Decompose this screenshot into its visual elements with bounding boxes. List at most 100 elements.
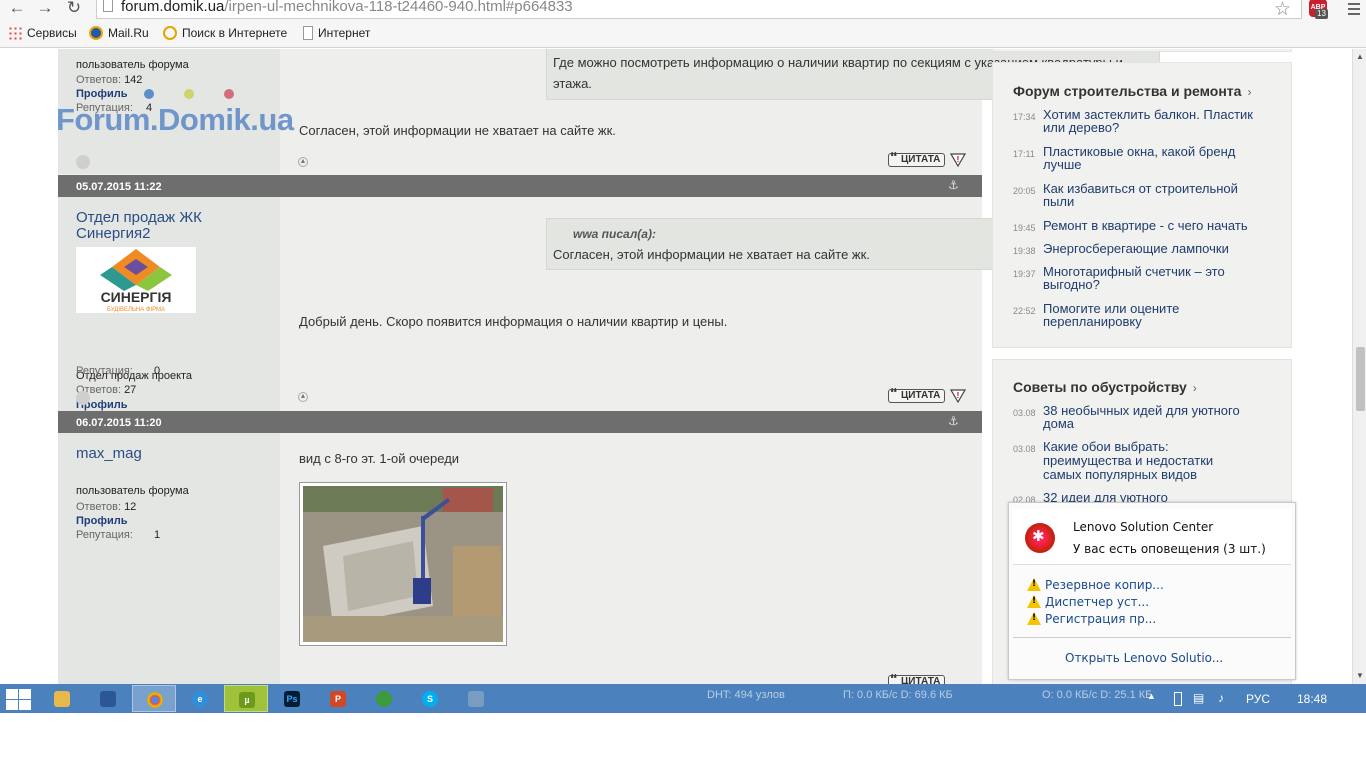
answers-label: Ответов: xyxy=(76,74,121,86)
search-icon xyxy=(163,26,177,40)
tip-title[interactable]: самых популярных видов xyxy=(1043,468,1263,481)
author-name[interactable]: max_mag xyxy=(76,446,142,462)
topic-title[interactable]: Как избавиться от строительной xyxy=(1043,182,1263,195)
app-icon xyxy=(100,691,116,707)
bookmark-services[interactable]: Сервисы xyxy=(8,26,77,40)
site-logo[interactable]: Forum.Domik.ua xyxy=(56,102,294,138)
post-photo[interactable] xyxy=(299,482,507,646)
taskbar-powerpoint[interactable]: P xyxy=(316,685,360,712)
lenovo-popup-header: Lenovo Solution Center У вас есть оповещ… xyxy=(1013,509,1291,565)
taskbar-explorer[interactable] xyxy=(40,685,84,712)
author-name[interactable]: Синергия2 xyxy=(76,226,151,242)
lenovo-alert-backup[interactable]: Резервное копир... xyxy=(1027,578,1164,592)
url-input[interactable]: forum.domik.ua/irpen-ul-mechnikova-118-t… xyxy=(96,0,1302,19)
skype-icon: S xyxy=(422,691,438,707)
topic-title[interactable]: Ремонт в квартире - с чего начать xyxy=(1043,219,1263,232)
taskbar-photoshop[interactable]: Ps xyxy=(270,685,314,712)
lenovo-open-link[interactable]: Открыть Lenovo Solutio... xyxy=(1065,651,1223,665)
topic-title[interactable]: пыли xyxy=(1043,195,1263,208)
profile-link[interactable]: Профиль xyxy=(76,515,127,527)
reload-icon[interactable]: ↻ xyxy=(65,0,83,18)
topic-title[interactable]: выгодно? xyxy=(1043,278,1263,291)
bookmark-search[interactable]: Поиск в Интернете xyxy=(163,26,287,40)
scrollbar[interactable]: ▲ ▼ xyxy=(1352,49,1366,684)
quote-button[interactable]: ЦИТАТА xyxy=(888,674,946,684)
tip-title[interactable]: Какие обои выбрать: xyxy=(1043,440,1263,453)
scroll-up-icon[interactable]: ▲ xyxy=(298,157,308,167)
tip-title[interactable]: 38 необычных идей для уютного xyxy=(1043,404,1263,417)
author-name[interactable]: Отдел продаж ЖК xyxy=(76,210,202,226)
topic-title[interactable]: перепланировку xyxy=(1043,315,1263,328)
bookmark-label: Интернет xyxy=(318,26,371,40)
author-role: пользователь форума xyxy=(76,59,189,71)
tip-title[interactable]: дома xyxy=(1043,417,1263,430)
bookmark-internet[interactable]: Интернет xyxy=(303,26,370,40)
tip-title[interactable]: преимущества и недостатки xyxy=(1043,454,1263,467)
report-icon[interactable]: ! xyxy=(950,153,966,167)
post-author-panel: max_mag пользователь форума Ответов: 12 … xyxy=(58,433,280,684)
lenovo-alert-devices[interactable]: Диспетчер уст... xyxy=(1027,595,1149,609)
sidebar-forum-title[interactable]: Форум строительства и ремонта › xyxy=(1013,83,1251,99)
topic-time: 19:38 xyxy=(1013,246,1036,256)
post-header: 06.07.2015 11:20 ⚓ xyxy=(58,411,982,433)
scroll-up-arrow-icon[interactable]: ▲ xyxy=(1356,52,1364,61)
torrent-icon: µ xyxy=(239,692,255,708)
back-icon[interactable]: ← xyxy=(8,0,26,18)
anchor-icon[interactable]: ⚓ xyxy=(948,178,962,192)
scroll-down-arrow-icon[interactable]: ▼ xyxy=(1356,671,1364,680)
reputation-value: 1 xyxy=(153,529,161,541)
adblock-icon[interactable]: ABP 13 xyxy=(1307,0,1331,21)
scroll-thumb[interactable] xyxy=(1356,347,1365,411)
url-path: /irpen-ul-mechnikova-118-t24460-940.html… xyxy=(224,0,573,15)
tray-expand-icon[interactable]: ▲ xyxy=(1147,691,1156,701)
apps-icon xyxy=(8,26,22,40)
quote-button[interactable]: ЦИТАТА xyxy=(888,388,946,403)
lenovo-alert-label: Диспетчер уст... xyxy=(1045,595,1150,609)
taskbar-torrent[interactable]: µ xyxy=(224,685,268,712)
scroll-up-icon[interactable]: ▲ xyxy=(298,392,308,402)
taskbar-skype[interactable]: S xyxy=(408,685,452,712)
warning-icon xyxy=(1027,612,1041,625)
sidebar-title-text: Советы по обустройству xyxy=(1013,379,1187,395)
profile-link[interactable]: Профиль xyxy=(76,88,127,100)
post-body: Где можно посмотреть информацию о наличи… xyxy=(280,49,1160,174)
topic-title[interactable]: Энергосберегающие лампочки xyxy=(1043,242,1263,255)
folder-icon xyxy=(54,691,70,707)
post-text: Добрый день. Скоро появится информация о… xyxy=(299,314,728,329)
language-indicator[interactable]: РУС xyxy=(1246,692,1270,706)
taskbar-app-green[interactable] xyxy=(362,685,406,712)
tip-date: 03.08 xyxy=(1013,444,1036,454)
bookmark-star-icon[interactable]: ☆ xyxy=(1274,0,1291,21)
sidebar-tips-title[interactable]: Советы по обустройству › xyxy=(1013,379,1197,395)
taskbar-ie[interactable]: e xyxy=(178,685,222,712)
divider xyxy=(1013,637,1291,638)
sidebar-forum-box: Форум строительства и ремонта › 17:34 Хот… xyxy=(992,62,1292,348)
screen-margin xyxy=(0,713,1366,768)
adblock-count: 13 xyxy=(1315,9,1328,19)
start-button[interactable] xyxy=(3,687,33,711)
taskbar-monitor[interactable] xyxy=(454,685,498,712)
topic-title[interactable]: или дерево? xyxy=(1043,121,1263,134)
clock[interactable]: 18:48 xyxy=(1297,692,1327,706)
post-header: 05.07.2015 11:22 ⚓ xyxy=(58,175,982,197)
lenovo-title: Lenovo Solution Center xyxy=(1073,520,1214,534)
sidebar-box-top xyxy=(992,49,1292,52)
battery-icon[interactable] xyxy=(1174,692,1182,706)
lenovo-notification-popup: Lenovo Solution Center У вас есть оповещ… xyxy=(1008,502,1296,680)
network-icon[interactable]: ▤ xyxy=(1193,691,1204,705)
forward-icon[interactable]: → xyxy=(36,0,54,18)
avatar: СИНЕРГІЯ БУДІВЕЛЬНА ФІРМА xyxy=(76,247,196,313)
svg-text:СИНЕРГІЯ: СИНЕРГІЯ xyxy=(101,289,172,305)
bookmark-mailru[interactable]: Mail.Ru xyxy=(89,26,149,40)
menu-icon[interactable] xyxy=(1348,0,1360,16)
topic-title[interactable]: лучше xyxy=(1043,158,1263,171)
quote-author: wwa писал(а): xyxy=(573,227,656,241)
taskbar-chrome[interactable] xyxy=(132,685,176,712)
taskbar-app[interactable] xyxy=(86,685,130,712)
anchor-icon[interactable]: ⚓ xyxy=(948,414,962,428)
volume-icon[interactable]: ♪ xyxy=(1218,691,1224,705)
quote-button[interactable]: ЦИТАТА xyxy=(888,152,946,167)
report-icon[interactable]: ! xyxy=(950,389,966,403)
lenovo-alert-registration[interactable]: Регистрация пр... xyxy=(1027,612,1156,626)
post-date: 05.07.2015 11:22 xyxy=(76,181,162,193)
